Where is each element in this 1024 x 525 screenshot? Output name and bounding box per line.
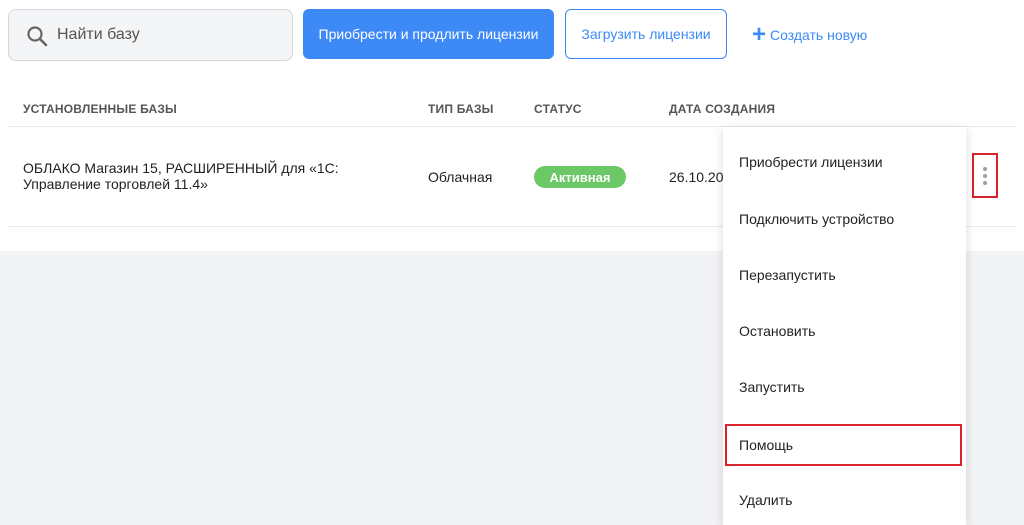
menu-item-help[interactable]: Помощь [725, 424, 962, 466]
column-header-name: Установленные базы [23, 102, 177, 116]
column-header-status: Статус [534, 102, 582, 116]
status-badge: Активная [534, 166, 626, 188]
kebab-dot [983, 180, 987, 185]
upload-licenses-button[interactable]: Загрузить лицензии [565, 9, 727, 59]
kebab-dot [983, 173, 987, 178]
database-name: ОБЛАКО Магазин 15, РАСШИРЕННЫЙ для «1С: … [23, 160, 339, 192]
creation-date: 26.10.20 [669, 169, 724, 185]
column-header-type: Тип базы [428, 102, 494, 116]
search-box[interactable] [8, 9, 293, 61]
search-input[interactable] [57, 22, 282, 48]
menu-item-start[interactable]: Запустить [723, 359, 966, 415]
plus-icon: + [752, 21, 767, 48]
create-new-label: Создать новую [770, 27, 868, 43]
buy-licenses-button[interactable]: Приобрести и продлить лицензии [303, 9, 554, 59]
search-icon [26, 25, 48, 47]
database-type: Облачная [428, 169, 493, 185]
kebab-dot [983, 166, 987, 171]
menu-item-buy-licenses[interactable]: Приобрести лицензии [723, 134, 966, 190]
menu-item-connect-device[interactable]: Подключить устройство [723, 191, 966, 247]
menu-item-stop[interactable]: Остановить [723, 303, 966, 359]
create-new-link[interactable]: + Создать новую [752, 22, 867, 48]
context-menu: Приобрести лицензии Подключить устройств… [723, 127, 966, 525]
column-header-date: Дата создания [669, 102, 776, 116]
more-vertical-icon[interactable] [972, 153, 998, 198]
menu-item-delete[interactable]: Удалить [723, 472, 966, 525]
menu-item-restart[interactable]: Перезапустить [723, 247, 966, 303]
